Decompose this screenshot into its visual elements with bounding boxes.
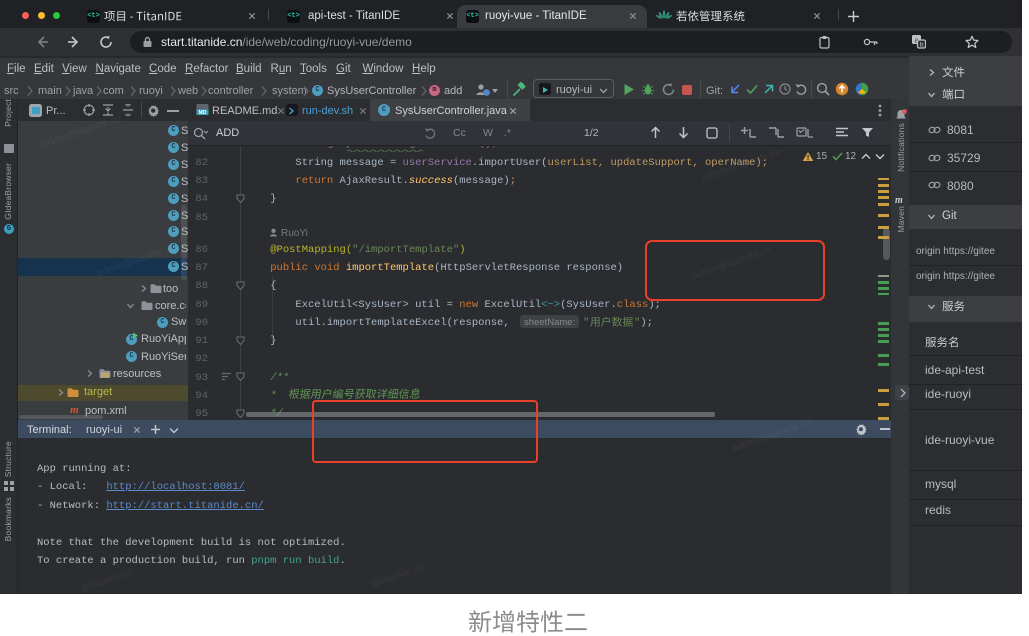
- svg-text:MD: MD: [199, 110, 207, 116]
- svg-text:b: b: [920, 42, 924, 49]
